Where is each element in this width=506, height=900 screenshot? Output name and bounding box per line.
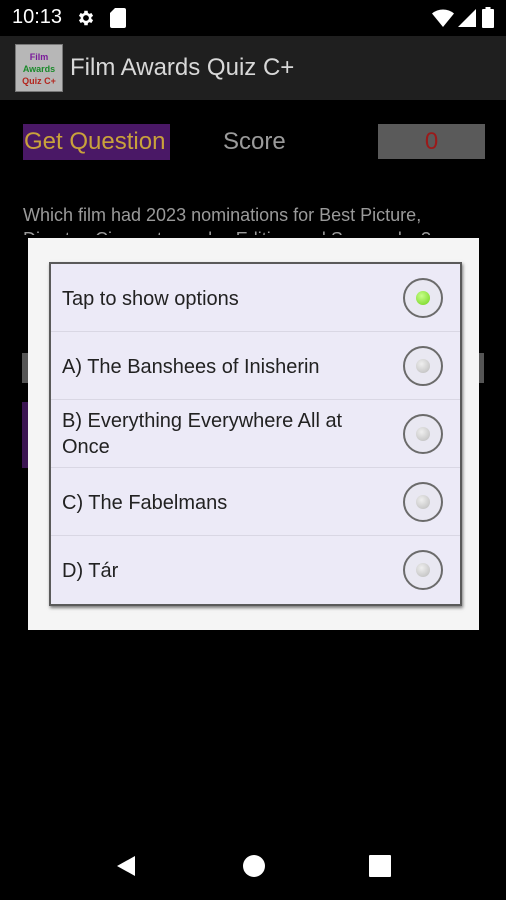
battery-icon	[482, 7, 494, 28]
option-label: D) Tár	[62, 560, 119, 582]
radio-dot-icon	[416, 495, 430, 509]
logo-line-2: Awards	[22, 64, 56, 74]
action-bar: Film Awards Quiz C+ Film Awards Quiz C+	[0, 36, 506, 100]
option-label: Tap to show options	[62, 288, 239, 310]
logo-line-3: Quiz C+	[22, 76, 56, 86]
option-label: B) Everything Everywhere All at Once	[62, 410, 343, 458]
score-label: Score	[223, 128, 286, 155]
back-icon[interactable]	[114, 854, 138, 878]
radio-dot-icon	[416, 563, 430, 577]
wifi-icon	[432, 9, 454, 27]
app-title: Film Awards Quiz C+	[70, 54, 295, 81]
radio-dot-icon	[416, 427, 430, 441]
gear-icon	[78, 10, 94, 26]
option-label: C) The Fabelmans	[62, 492, 228, 514]
app-logo: Film Awards Quiz C+	[15, 44, 63, 92]
navigation-bar	[0, 830, 506, 900]
logo-line-1: Film	[29, 52, 49, 62]
option-label: A) The Banshees of Inisherin	[62, 356, 320, 378]
options-dialog: Tap to show options A) The Banshees of I…	[28, 238, 479, 630]
home-icon[interactable]	[242, 854, 266, 878]
radio-button[interactable]	[403, 482, 443, 522]
options-list: Tap to show options A) The Banshees of I…	[49, 262, 462, 606]
option-prompt[interactable]: Tap to show options	[51, 264, 460, 332]
status-time: 10:13	[12, 6, 63, 28]
radio-button[interactable]	[403, 346, 443, 386]
question-text: Which film had 2023 nominations for Best…	[23, 205, 431, 235]
radio-button[interactable]	[403, 550, 443, 590]
cell-signal-icon	[458, 9, 476, 27]
option-c[interactable]: C) The Fabelmans	[51, 468, 460, 536]
get-question-button[interactable]: Get Question	[23, 124, 170, 160]
status-bar: 10:13	[0, 0, 506, 36]
radio-dot-icon	[416, 291, 430, 305]
option-d[interactable]: D) Tár	[51, 536, 460, 604]
radio-button-selected[interactable]	[403, 278, 443, 318]
recents-icon[interactable]	[369, 855, 391, 877]
option-a[interactable]: A) The Banshees of Inisherin	[51, 332, 460, 400]
option-b[interactable]: B) Everything Everywhere All at Once	[51, 400, 460, 468]
radio-button[interactable]	[403, 414, 443, 454]
sd-card-icon	[110, 8, 126, 28]
score-value: 0	[378, 124, 485, 159]
radio-dot-icon	[416, 359, 430, 373]
